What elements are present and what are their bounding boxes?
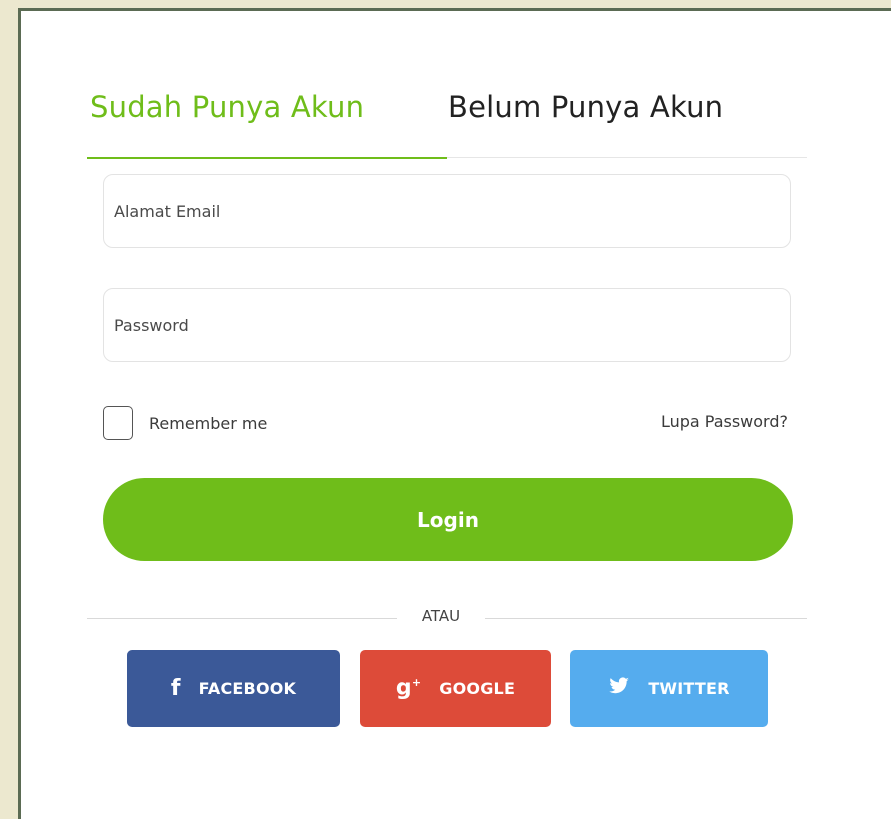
email-field (103, 174, 791, 248)
login-button[interactable]: Login (103, 478, 793, 561)
page-background: Sudah Punya Akun Belum Punya Akun Rememb… (0, 0, 891, 819)
remember-me-row: Remember me (103, 405, 267, 441)
tab-register[interactable]: Belum Punya Akun (448, 89, 723, 125)
divider-line-left (87, 618, 397, 619)
login-panel: Sudah Punya Akun Belum Punya Akun Rememb… (18, 8, 891, 819)
email-input[interactable] (104, 175, 790, 247)
tab-login[interactable]: Sudah Punya Akun (90, 89, 364, 125)
facebook-label: FACEBOOK (198, 679, 297, 698)
remember-me-label: Remember me (149, 413, 268, 433)
twitter-bird-icon (608, 677, 630, 700)
or-divider: ATAU (87, 607, 807, 629)
google-label: GOOGLE (439, 679, 516, 698)
twitter-login-button[interactable]: TWITTER (570, 650, 768, 727)
divider-text: ATAU (421, 607, 461, 625)
password-input[interactable] (104, 289, 790, 361)
password-field (103, 288, 791, 362)
divider-line-right (485, 618, 807, 619)
facebook-icon: f (170, 675, 181, 701)
auth-tabs: Sudah Punya Akun Belum Punya Akun (87, 71, 807, 159)
forgot-password-link[interactable]: Lupa Password? (661, 412, 788, 431)
google-plus-icon: g+ (395, 675, 422, 701)
twitter-label: TWITTER (648, 679, 730, 698)
facebook-login-button[interactable]: f FACEBOOK (127, 650, 340, 727)
remember-me-checkbox[interactable] (103, 406, 133, 440)
google-login-button[interactable]: g+ GOOGLE (360, 650, 551, 727)
active-tab-underline (87, 157, 447, 159)
